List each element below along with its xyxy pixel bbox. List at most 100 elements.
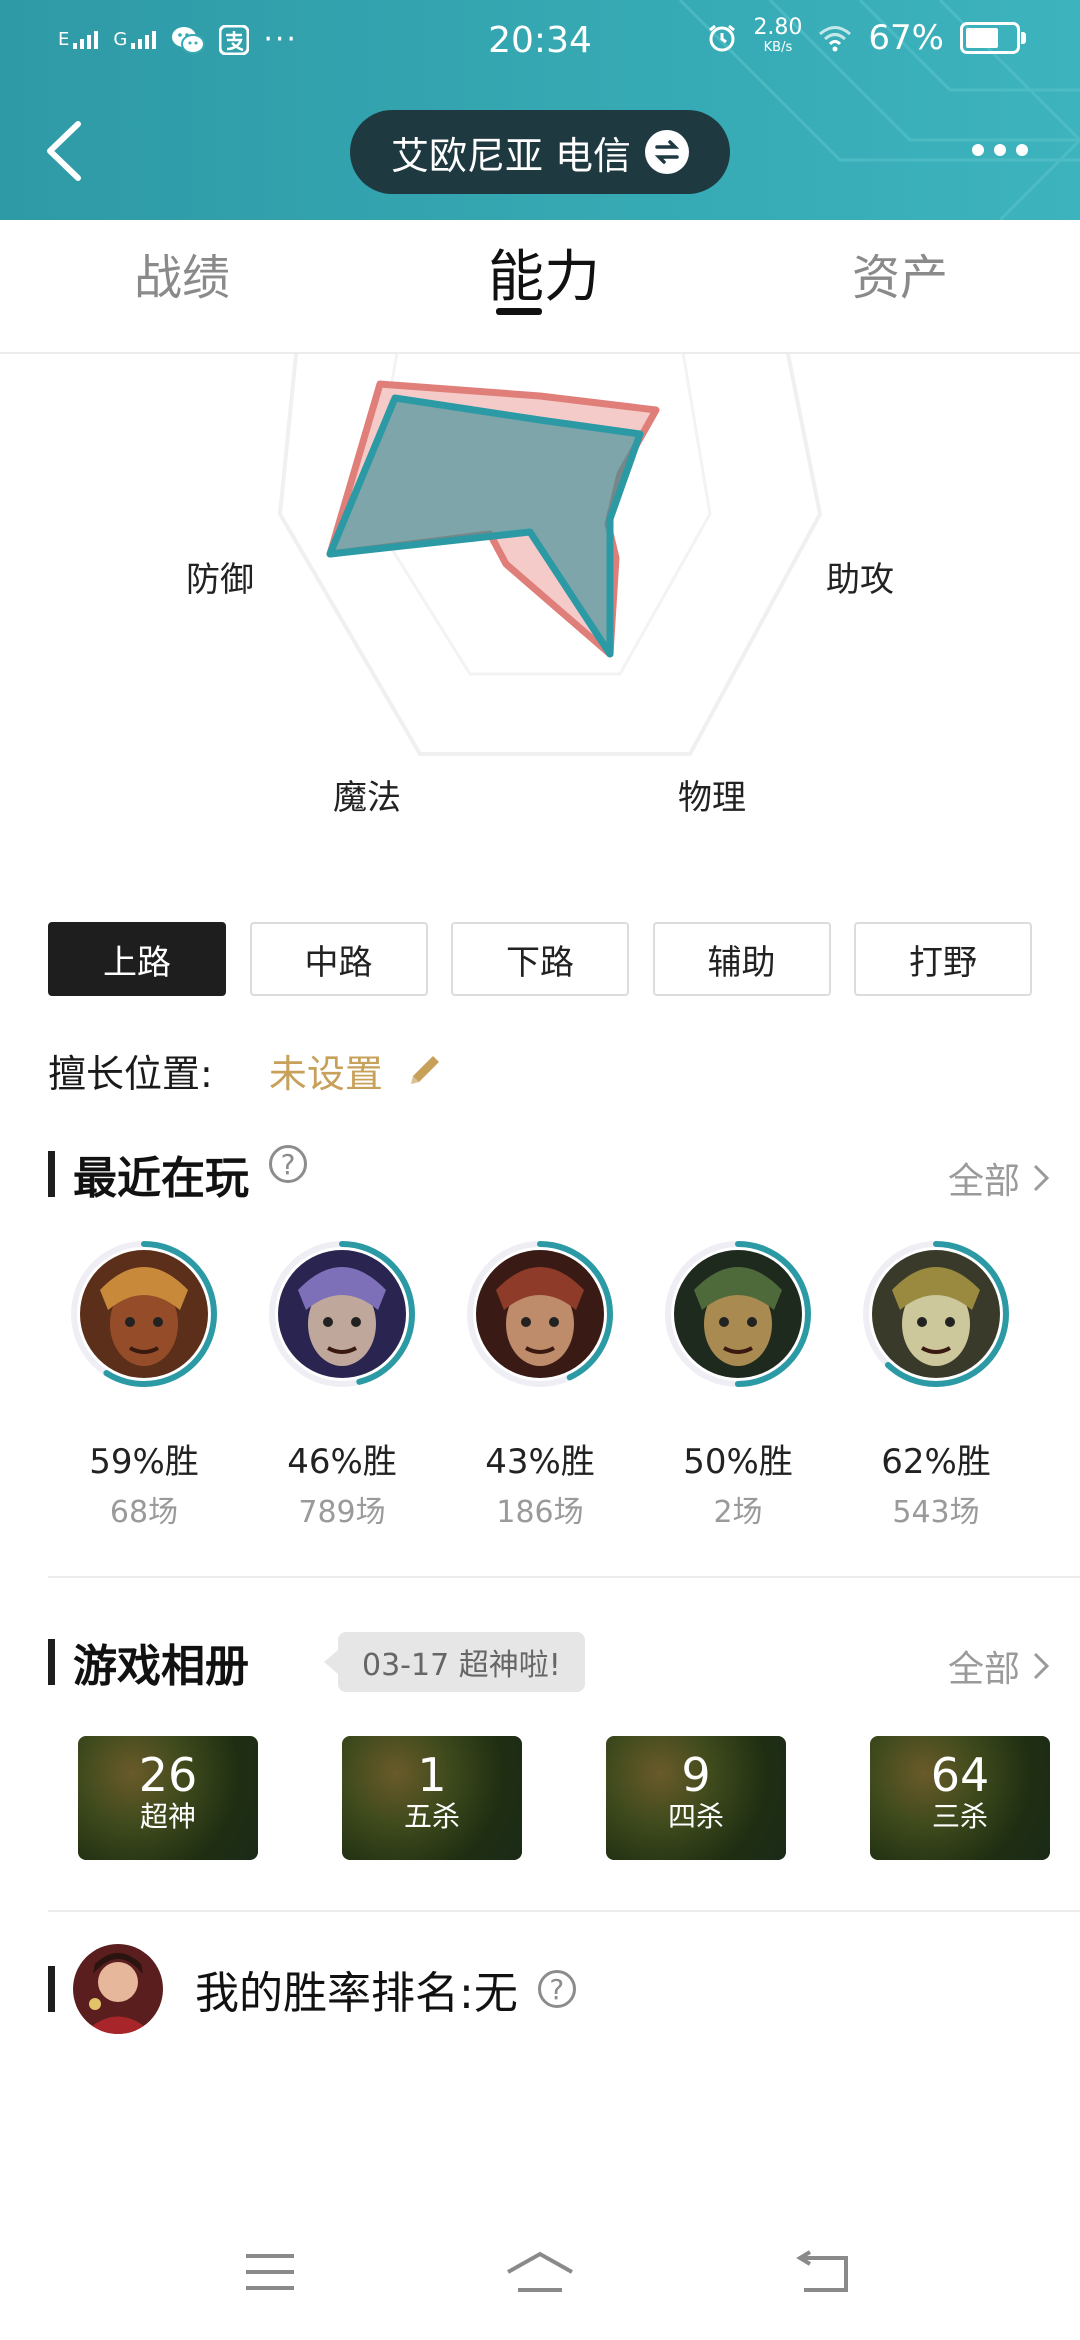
- hero-win-ring: [462, 1236, 618, 1392]
- more-options-button[interactable]: [960, 130, 1040, 170]
- chevron-right-icon: [1033, 1164, 1050, 1192]
- radar-label-assist: 助攻: [826, 560, 894, 600]
- recent-hero-card[interactable]: 43%胜 186场: [440, 1236, 640, 1531]
- recent-hero-card[interactable]: 62%胜 543场: [836, 1236, 1036, 1531]
- lane-filter: 上路 中路 下路 辅助 打野: [48, 922, 1032, 996]
- status-bar: E G ··· 20:34 2.80 KB/s 67%: [0, 0, 1080, 86]
- server-name: 艾欧尼亚 电信: [390, 133, 632, 178]
- radar-label-defense: 防御: [186, 560, 254, 600]
- server-switch-button[interactable]: 艾欧尼亚 电信: [350, 110, 730, 194]
- lane-chip-bottom[interactable]: 下路: [451, 922, 629, 996]
- all-label: 全部: [947, 1161, 1020, 1202]
- user-avatar: [73, 1944, 163, 2034]
- recent-title: 最近在玩: [73, 1153, 249, 1204]
- hero-games-count: 2场: [713, 1495, 763, 1530]
- hero-win-rate: 46%胜: [287, 1442, 397, 1482]
- recent-heroes-list: 59%胜 68场 46%胜 789场 43%胜 186场 50%胜 2场 62%胜 543场: [0, 1236, 1080, 1536]
- hero-avatar: [278, 1250, 406, 1378]
- more-dot-icon: [972, 144, 984, 156]
- hero-win-rate: 43%胜: [485, 1442, 595, 1482]
- chevron-right-icon: [1033, 1652, 1050, 1680]
- battery-percent: 67%: [868, 18, 944, 58]
- radar-svg: [277, 312, 823, 756]
- section-marker: [48, 1151, 55, 1197]
- album-card-triple-kill[interactable]: 64 三杀: [870, 1736, 1050, 1860]
- tab-ability[interactable]: 能力: [488, 232, 600, 313]
- hero-games-count: 68场: [109, 1495, 179, 1530]
- position-value[interactable]: 未设置: [269, 1043, 383, 1098]
- album-label: 三杀: [931, 1800, 988, 1833]
- ranking-label: 我的胜率排名:: [195, 1968, 474, 2019]
- hero-avatar: [872, 1250, 1000, 1378]
- recent-hero-card[interactable]: 50%胜 2场: [638, 1236, 838, 1531]
- album-count: 1: [417, 1748, 447, 1802]
- pencil-icon[interactable]: [405, 1050, 445, 1090]
- section-divider: [48, 1910, 1080, 1912]
- app-header: E G ··· 20:34 2.80 KB/s 67% 艾欧尼亚 电信: [0, 0, 1080, 220]
- wifi-icon: [819, 26, 852, 52]
- more-dot-icon: [1016, 144, 1028, 156]
- hero-win-ring: [858, 1236, 1014, 1392]
- swap-icon: [645, 130, 690, 174]
- album-card-penta-kill[interactable]: 1 五杀: [342, 1736, 522, 1860]
- hero-win-rate: 50%胜: [683, 1442, 793, 1482]
- recent-all-link[interactable]: 全部: [948, 1152, 1050, 1204]
- lane-chip-support[interactable]: 辅助: [652, 922, 831, 996]
- preferred-position-row: 擅长位置: 未设置: [48, 1040, 445, 1100]
- hero-avatar: [674, 1250, 802, 1378]
- lane-chip-top[interactable]: 上路: [48, 922, 226, 996]
- position-label: 擅长位置:: [48, 1051, 213, 1096]
- back-arrow-icon[interactable]: [40, 116, 90, 186]
- album-section-header: 游戏相册: [48, 1632, 249, 1692]
- album-count: 64: [930, 1748, 990, 1802]
- hero-avatar: [80, 1250, 208, 1378]
- radar-label-magic: 魔法: [333, 778, 401, 818]
- tab-active-indicator: [496, 308, 542, 315]
- menu-icon[interactable]: [242, 2250, 298, 2294]
- help-icon[interactable]: ?: [537, 1970, 576, 2008]
- network-speed: 2.80 KB/s: [753, 15, 803, 56]
- album-label: 四杀: [667, 1800, 724, 1833]
- lane-chip-mid[interactable]: 中路: [249, 922, 428, 996]
- radar-label-physical: 物理: [678, 778, 746, 818]
- back-icon[interactable]: [796, 2250, 852, 2294]
- alarm-icon: [709, 24, 736, 52]
- album-highlight-bubble[interactable]: 03-17 超神啦!: [324, 1632, 585, 1692]
- tab-assets[interactable]: 资产: [852, 238, 948, 308]
- album-title: 游戏相册: [73, 1641, 249, 1692]
- album-count: 26: [138, 1748, 198, 1802]
- hero-avatar: [476, 1250, 604, 1378]
- home-icon[interactable]: [504, 2250, 576, 2294]
- section-marker: [48, 1966, 55, 2012]
- recent-hero-card[interactable]: 59%胜 68场: [44, 1236, 244, 1531]
- recent-section-header: 最近在玩 ?: [48, 1144, 307, 1204]
- album-grid: 26 超神 1 五杀 9 四杀 64 三杀: [78, 1736, 1052, 1860]
- section-marker: [48, 1639, 55, 1685]
- more-dot-icon: [994, 144, 1006, 156]
- tab-record[interactable]: 战绩: [134, 238, 230, 308]
- album-label: 五杀: [403, 1800, 460, 1833]
- hero-win-rate: 59%胜: [89, 1442, 199, 1482]
- section-divider: [48, 1576, 1080, 1578]
- hero-win-ring: [66, 1236, 222, 1392]
- album-all-link[interactable]: 全部: [948, 1640, 1050, 1692]
- lane-chip-jungle[interactable]: 打野: [854, 922, 1032, 996]
- recent-hero-card[interactable]: 46%胜 789场: [242, 1236, 442, 1531]
- help-icon[interactable]: ?: [269, 1145, 307, 1183]
- album-card-legendary[interactable]: 26 超神: [78, 1736, 258, 1860]
- battery-icon: [960, 22, 1026, 54]
- hero-win-ring: [264, 1236, 420, 1392]
- tab-bar: 战绩 能力 资产: [0, 220, 1080, 354]
- radar-series-teal: [326, 394, 644, 658]
- hero-win-rate: 62%胜: [881, 1442, 991, 1482]
- all-label: 全部: [947, 1649, 1020, 1690]
- system-navigation-bar: [0, 2230, 1080, 2340]
- win-rate-ranking-row: 我的胜率排名: 无 ?: [48, 1942, 576, 2036]
- album-card-quadra-kill[interactable]: 9 四杀: [606, 1736, 786, 1860]
- ranking-value: 无: [473, 1968, 518, 2019]
- hero-games-count: 789场: [298, 1495, 386, 1530]
- album-count: 9: [681, 1748, 711, 1802]
- hero-games-count: 186场: [496, 1495, 584, 1530]
- ability-radar-chart: 防御 助攻 魔法 物理: [0, 312, 1080, 874]
- hero-win-ring: [660, 1236, 816, 1392]
